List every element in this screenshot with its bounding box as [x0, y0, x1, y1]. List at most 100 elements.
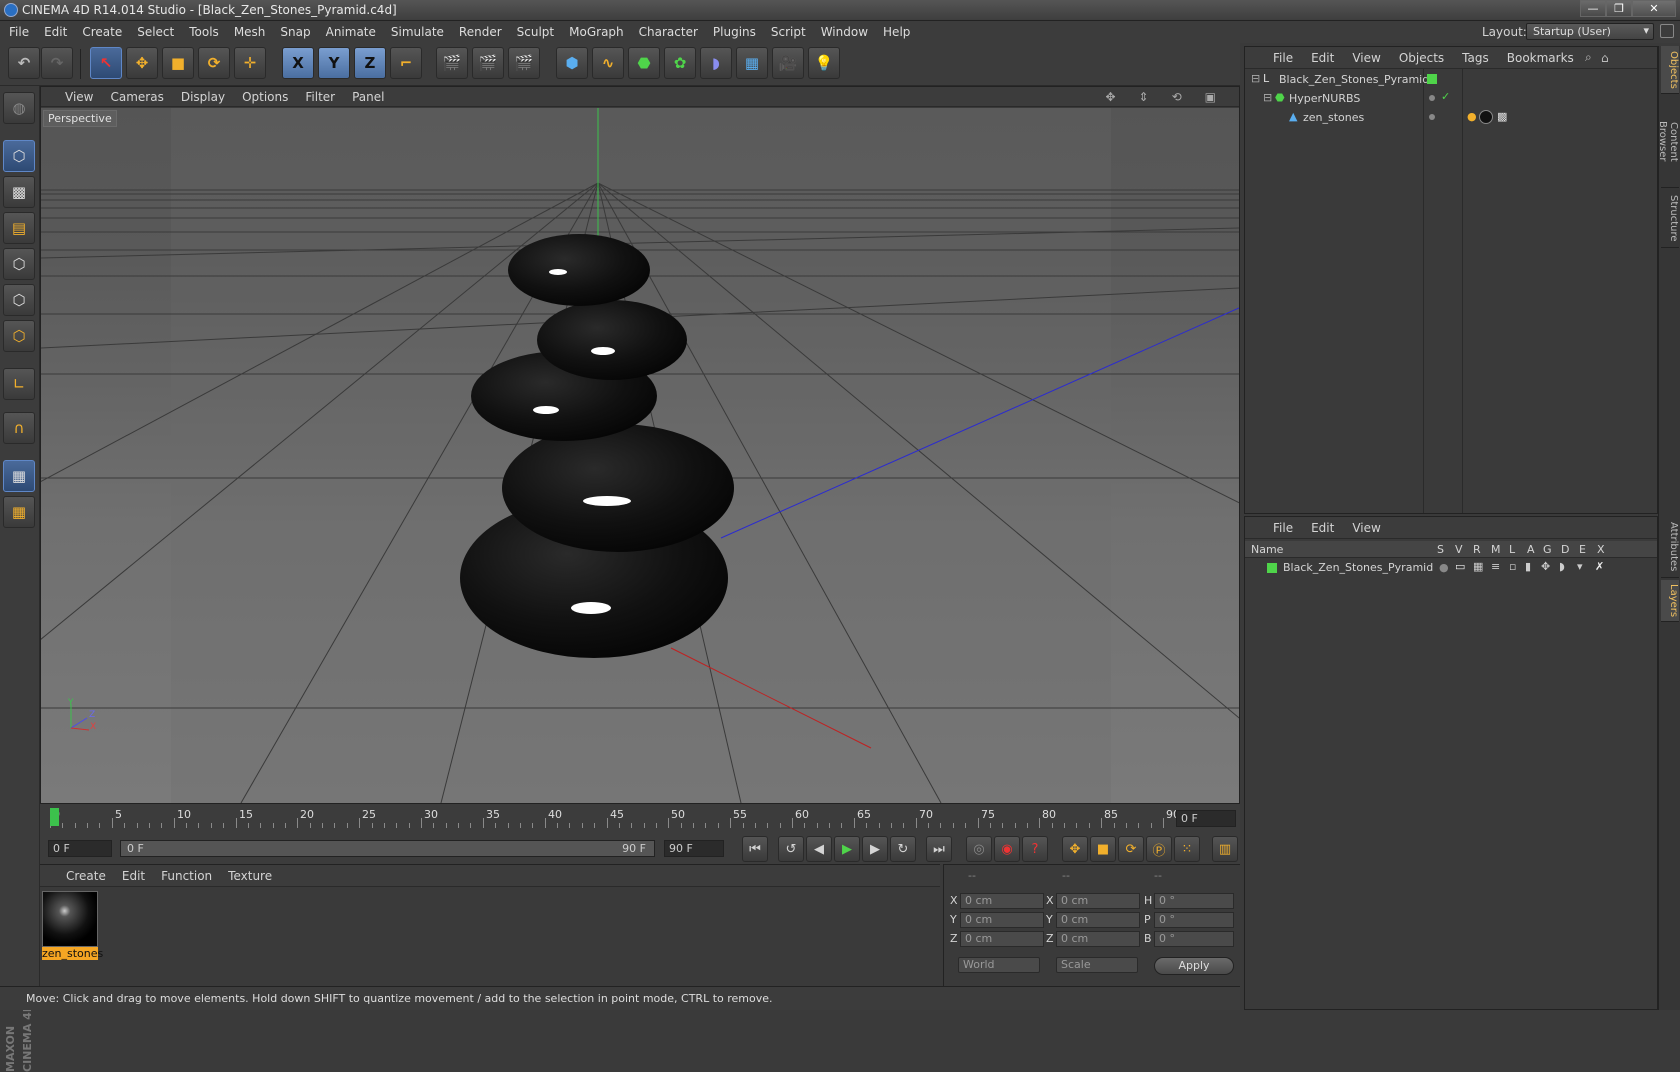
- cube-object-icon[interactable]: ⬢: [556, 47, 588, 79]
- redo-icon[interactable]: ↷: [41, 47, 73, 79]
- axis-mode-icon[interactable]: ∟: [3, 368, 35, 400]
- dolly-icon[interactable]: ⇕: [1139, 90, 1149, 104]
- menu-animate[interactable]: Animate: [326, 25, 376, 39]
- material-menu-function[interactable]: Function: [161, 869, 212, 883]
- visibility-dot[interactable]: [1429, 114, 1435, 120]
- uvw-tag-icon[interactable]: ▩: [1497, 110, 1507, 123]
- obj-menu-bookmarks[interactable]: Bookmarks: [1507, 51, 1574, 65]
- texture-mode-icon[interactable]: ▩: [3, 176, 35, 208]
- viewport-menu-filter[interactable]: Filter: [305, 90, 335, 104]
- layer-row[interactable]: Black_Zen_Stones_Pyramid ● ▭ ▦ ≡ ▫ ▮ ✥ ◗…: [1245, 559, 1657, 578]
- previous-frame-icon[interactable]: ◀: [806, 836, 832, 862]
- pan-icon[interactable]: ✥: [1105, 90, 1115, 104]
- menu-mesh[interactable]: Mesh: [234, 25, 266, 39]
- max-frame-field[interactable]: 90 F: [664, 840, 724, 857]
- viewport-menu-view[interactable]: View: [65, 90, 93, 104]
- layer-color-swatch[interactable]: [1267, 563, 1277, 573]
- current-frame-field[interactable]: 0 F: [1176, 810, 1236, 827]
- goto-start-icon[interactable]: ⏮: [742, 836, 768, 862]
- animation-toggle-icon[interactable]: ▮: [1525, 560, 1531, 573]
- live-selection-icon[interactable]: ↖: [90, 47, 122, 79]
- col-xref[interactable]: X: [1597, 543, 1605, 556]
- layout-config-icon[interactable]: [1660, 24, 1674, 38]
- obj-menu-objects[interactable]: Objects: [1399, 51, 1444, 65]
- frame-ruler[interactable]: 051015202530354045505560657075808590: [50, 804, 1180, 830]
- home-icon[interactable]: ⌂: [1601, 51, 1609, 65]
- obj-menu-file[interactable]: File: [1273, 51, 1293, 65]
- object-row[interactable]: ▲ zen_stones ● ▩: [1245, 108, 1657, 127]
- object-row[interactable]: ⊟ L Black_Zen_Stones_Pyramid: [1245, 70, 1657, 89]
- col-view[interactable]: V: [1455, 543, 1463, 556]
- render-view-icon[interactable]: 🎬: [436, 47, 468, 79]
- manager-toggle-icon[interactable]: ≡: [1491, 560, 1500, 573]
- deformer-toggle-icon[interactable]: ◗: [1559, 560, 1565, 573]
- size-z-field[interactable]: 0 cm: [1056, 931, 1140, 947]
- points-mode-icon[interactable]: ⬡: [3, 248, 35, 280]
- menu-sculpt[interactable]: Sculpt: [517, 25, 554, 39]
- viewport-menu-options[interactable]: Options: [242, 90, 288, 104]
- snap-magnet-icon[interactable]: ∩: [3, 412, 35, 444]
- material-swatch[interactable]: zen_stones: [42, 891, 103, 960]
- col-expressions[interactable]: E: [1579, 543, 1586, 556]
- undo-icon[interactable]: ↶: [8, 47, 40, 79]
- menu-simulate[interactable]: Simulate: [391, 25, 444, 39]
- workplane-mode-icon[interactable]: ▤: [3, 212, 35, 244]
- size-y-field[interactable]: 0 cm: [1056, 912, 1140, 928]
- col-solo[interactable]: S: [1437, 543, 1444, 556]
- goto-end-icon[interactable]: ⏭: [926, 836, 952, 862]
- layer-name[interactable]: Black_Zen_Stones_Pyramid: [1283, 561, 1433, 574]
- layout-select[interactable]: Startup (User): [1526, 23, 1654, 40]
- search-icon[interactable]: ⌕: [1585, 50, 1592, 65]
- floor-object-icon[interactable]: ▦: [736, 47, 768, 79]
- keyframe-selection-icon[interactable]: ?: [1022, 836, 1048, 862]
- menu-create[interactable]: Create: [82, 25, 122, 39]
- tab-layers[interactable]: Layers: [1661, 580, 1679, 622]
- next-frame-icon[interactable]: ▶: [862, 836, 888, 862]
- z-axis-lock-icon[interactable]: Z: [354, 47, 386, 79]
- material-menu-texture[interactable]: Texture: [228, 869, 272, 883]
- viewport-canvas[interactable]: Perspective Y Z X: [41, 108, 1239, 803]
- cloner-icon[interactable]: ✿: [664, 47, 696, 79]
- col-locked[interactable]: L: [1509, 543, 1515, 556]
- autokey-icon[interactable]: ◉: [994, 836, 1020, 862]
- make-editable-icon[interactable]: ◍: [3, 92, 35, 124]
- menu-snap[interactable]: Snap: [280, 25, 310, 39]
- minimize-button[interactable]: —: [1580, 0, 1606, 17]
- col-generators[interactable]: G: [1543, 543, 1552, 556]
- spline-pen-icon[interactable]: ∿: [592, 47, 624, 79]
- record-active-icon[interactable]: ◎: [966, 836, 992, 862]
- next-key-icon[interactable]: ↻: [890, 836, 916, 862]
- orbit-icon[interactable]: ⟲: [1172, 90, 1182, 104]
- key-parameter-icon[interactable]: Ⓟ: [1146, 836, 1172, 862]
- tab-structure[interactable]: Structure: [1661, 190, 1679, 248]
- menu-edit[interactable]: Edit: [44, 25, 67, 39]
- view-toggle-icon[interactable]: ▭: [1455, 560, 1465, 573]
- close-button[interactable]: ✕: [1632, 0, 1676, 17]
- key-pla-icon[interactable]: ⁙: [1174, 836, 1200, 862]
- menu-file[interactable]: File: [9, 25, 29, 39]
- obj-menu-tags[interactable]: Tags: [1462, 51, 1489, 65]
- x-axis-lock-icon[interactable]: X: [282, 47, 314, 79]
- polygons-mode-icon[interactable]: ⬡: [3, 320, 35, 352]
- rotation-h-field[interactable]: 0 °: [1154, 893, 1234, 909]
- key-rotation-icon[interactable]: ⟳: [1118, 836, 1144, 862]
- menu-character[interactable]: Character: [639, 25, 698, 39]
- light-object-icon[interactable]: 💡: [808, 47, 840, 79]
- previous-key-icon[interactable]: ↺: [778, 836, 804, 862]
- viewport-menu-cameras[interactable]: Cameras: [110, 90, 163, 104]
- col-animation[interactable]: A: [1527, 543, 1535, 556]
- size-mode-select[interactable]: Scale: [1056, 957, 1138, 973]
- move-tool-icon[interactable]: ✥: [126, 47, 158, 79]
- y-axis-lock-icon[interactable]: Y: [318, 47, 350, 79]
- min-frame-field[interactable]: 0 F: [48, 840, 112, 857]
- key-scale-icon[interactable]: ■: [1090, 836, 1116, 862]
- camera-object-icon[interactable]: 🎥: [772, 47, 804, 79]
- maximize-button[interactable]: ❐: [1606, 0, 1632, 17]
- layer-color-swatch[interactable]: [1427, 74, 1437, 84]
- render-settings-icon[interactable]: 🎬: [508, 47, 540, 79]
- size-x-field[interactable]: 0 cm: [1056, 893, 1140, 909]
- expand-icon[interactable]: ⊟: [1263, 91, 1272, 104]
- lock-toggle-icon[interactable]: ▫: [1509, 560, 1516, 573]
- xref-toggle-icon[interactable]: ✗: [1595, 560, 1604, 573]
- apply-button[interactable]: Apply: [1154, 957, 1234, 975]
